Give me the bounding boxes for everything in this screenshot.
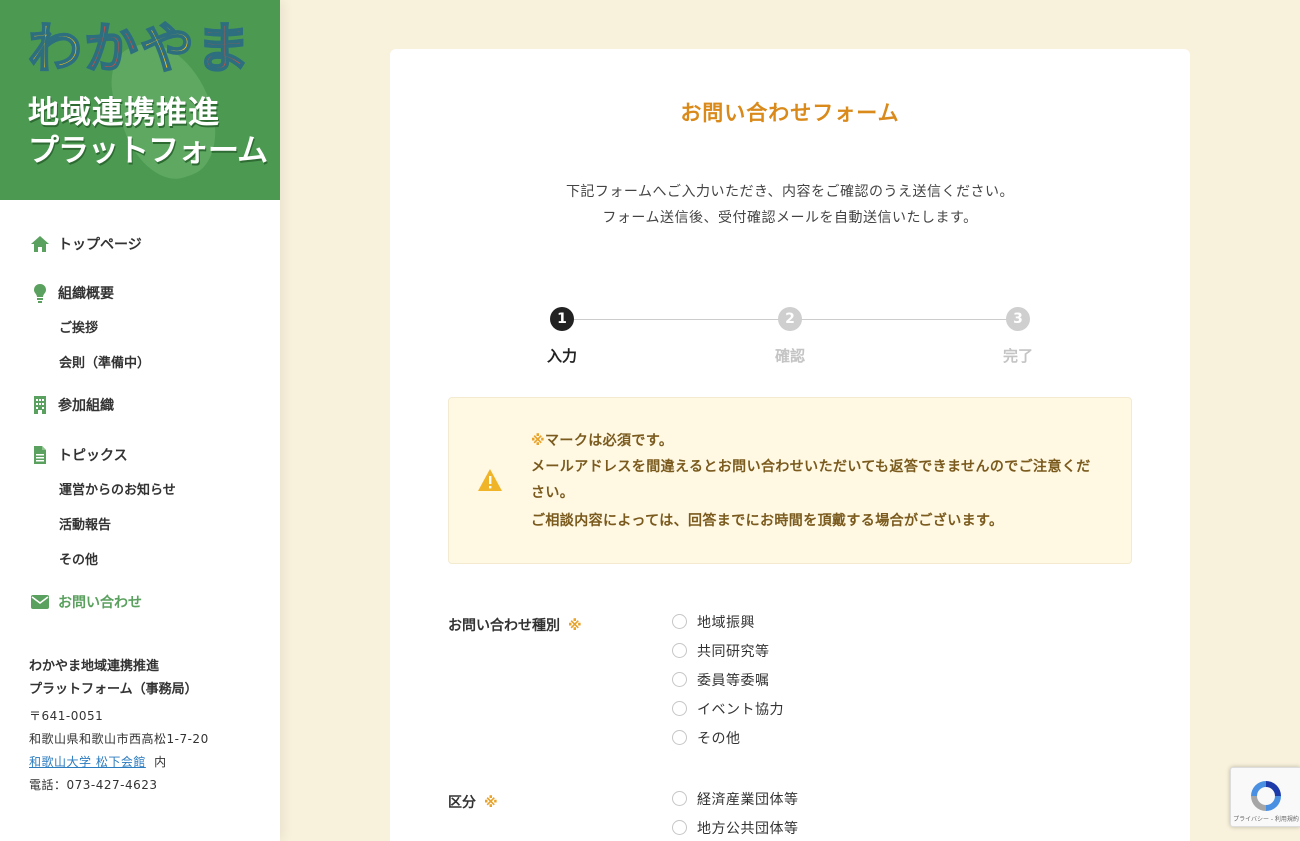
step-label: 完了 bbox=[1002, 347, 1033, 365]
radio-button[interactable] bbox=[672, 820, 687, 835]
radio-option[interactable]: 委員等委嘱 bbox=[672, 665, 784, 694]
envelope-icon bbox=[30, 592, 50, 612]
inquiry-type-options: 地域振興 共同研究等 委員等委嘱 イベント協力 その他 bbox=[672, 607, 784, 752]
sidebar-subitem-greeting[interactable]: ご挨拶 bbox=[30, 309, 260, 344]
radio-option[interactable]: 共同研究等 bbox=[672, 636, 784, 665]
sidebar-subitem-reports[interactable]: 活動報告 bbox=[30, 506, 260, 541]
step-confirm: 2 確認 bbox=[746, 307, 834, 366]
radio-button[interactable] bbox=[672, 791, 687, 806]
sidebar-subitem-news[interactable]: 運営からのお知らせ bbox=[30, 471, 260, 506]
radio-button[interactable] bbox=[672, 701, 687, 716]
office-name-line1: わかやま地域連携推進 bbox=[29, 659, 160, 674]
step-label: 入力 bbox=[546, 347, 577, 365]
contact-form-card: お問い合わせフォーム 下記フォームへご入力いただき、内容をご確認のうえ送信くださ… bbox=[390, 49, 1190, 841]
sidebar-nav: トップページ 組織概要 ご挨拶 会則（準備中） 参加組織 トピックス 運営からの… bbox=[30, 232, 260, 614]
step-number: 1 bbox=[550, 307, 574, 331]
step-number: 3 bbox=[1006, 307, 1030, 331]
required-mark: ※ bbox=[531, 433, 546, 449]
step-label: 確認 bbox=[774, 347, 805, 365]
radio-option[interactable]: 地方公共団体等 bbox=[672, 813, 799, 841]
notice-box: ※マークは必須です。 メールアドレスを間違えるとお問い合わせいただいても返答でき… bbox=[448, 397, 1132, 564]
office-address: 和歌山県和歌山市西高松1-7-20 bbox=[29, 732, 209, 746]
category-options: 経済産業団体等 地方公共団体等 bbox=[672, 784, 799, 841]
form-intro-line2: フォーム送信後、受付確認メールを自動送信いたします。 bbox=[602, 210, 978, 226]
sidebar-item-label: トピックス bbox=[58, 448, 128, 464]
office-location-suffix: 内 bbox=[154, 755, 167, 769]
page-title: お問い合わせフォーム bbox=[680, 101, 900, 125]
field-label-inquiry-type: お問い合わせ種別 ※ bbox=[448, 615, 582, 635]
radio-label: 経済産業団体等 bbox=[697, 791, 799, 808]
sidebar-item-top[interactable]: トップページ bbox=[30, 232, 260, 256]
office-postal: 〒641-0051 bbox=[29, 709, 104, 723]
step-number: 2 bbox=[778, 307, 802, 331]
sidebar-item-members[interactable]: 参加組織 bbox=[30, 393, 260, 417]
building-icon bbox=[30, 395, 50, 415]
field-label-text: お問い合わせ種別 bbox=[448, 618, 560, 634]
required-mark: ※ bbox=[568, 618, 582, 634]
sidebar-item-organization[interactable]: 組織概要 bbox=[30, 281, 260, 305]
form-intro-line1: 下記フォームへご入力いただき、内容をご確認のうえ送信ください。 bbox=[565, 184, 1015, 200]
notice-line1-text: マークは必須です。 bbox=[545, 433, 674, 449]
radio-option[interactable]: イベント協力 bbox=[672, 694, 784, 723]
radio-button[interactable] bbox=[672, 643, 687, 658]
form-intro: 下記フォームへご入力いただき、内容をご確認のうえ送信ください。 フォーム送信後、… bbox=[390, 179, 1190, 231]
sidebar-item-label: トップページ bbox=[58, 237, 142, 253]
office-location-link[interactable]: 和歌山大学 松下会館 bbox=[29, 755, 146, 769]
step-complete: 3 完了 bbox=[974, 307, 1062, 366]
sidebar-item-label: 組織概要 bbox=[58, 286, 114, 302]
notice-line3: ご相談内容によっては、回答までにお時間を頂戴する場合がございます。 bbox=[531, 513, 1004, 529]
radio-label: イベント協力 bbox=[697, 701, 784, 718]
document-icon bbox=[30, 445, 50, 465]
sidebar-item-contact[interactable]: お問い合わせ bbox=[30, 590, 260, 614]
logo-line3: プラットフォーム bbox=[28, 133, 268, 169]
sidebar-subitem-other[interactable]: その他 bbox=[30, 541, 260, 576]
radio-label: 委員等委嘱 bbox=[697, 672, 770, 689]
radio-button[interactable] bbox=[672, 614, 687, 629]
sidebar-item-label: お問い合わせ bbox=[58, 595, 142, 611]
radio-option[interactable]: その他 bbox=[672, 723, 784, 752]
radio-label: その他 bbox=[697, 730, 741, 747]
sidebar-subitem-rules[interactable]: 会則（準備中） bbox=[30, 344, 260, 379]
field-label-category: 区分 ※ bbox=[448, 792, 498, 812]
recaptcha-links[interactable]: プライバシー - 利用規約 bbox=[1231, 814, 1300, 823]
radio-button[interactable] bbox=[672, 730, 687, 745]
radio-label: 共同研究等 bbox=[697, 643, 770, 660]
notice-text: ※マークは必須です。 メールアドレスを間違えるとお問い合わせいただいても返答でき… bbox=[531, 428, 1101, 534]
office-name-line2: プラットフォーム（事務局） bbox=[29, 682, 198, 697]
required-mark: ※ bbox=[484, 795, 498, 811]
notice-line1: ※マークは必須です。 bbox=[531, 428, 1101, 454]
home-icon bbox=[30, 234, 50, 254]
logo-line2: 地域連携推進 bbox=[28, 95, 220, 131]
office-location: 和歌山大学 松下会館 内 bbox=[29, 751, 269, 774]
radio-option[interactable]: 地域振興 bbox=[672, 607, 784, 636]
recaptcha-icon bbox=[1248, 778, 1284, 814]
sidebar: わかやま 地域連携推進 プラットフォーム トップページ 組織概要 ご挨拶 会則（… bbox=[0, 0, 280, 841]
sidebar-item-label: 参加組織 bbox=[58, 398, 114, 414]
progress-steps: 1 入力 2 確認 3 完了 bbox=[518, 307, 1070, 377]
radio-label: 地域振興 bbox=[697, 614, 755, 631]
radio-label: 地方公共団体等 bbox=[697, 820, 799, 837]
step-input: 1 入力 bbox=[518, 307, 606, 366]
lightbulb-icon bbox=[30, 283, 50, 303]
warning-icon bbox=[477, 468, 503, 492]
radio-option[interactable]: 経済産業団体等 bbox=[672, 784, 799, 813]
recaptcha-badge[interactable]: プライバシー - 利用規約 bbox=[1230, 767, 1300, 827]
site-logo[interactable]: わかやま 地域連携推進 プラットフォーム bbox=[0, 0, 280, 200]
office-info: わかやま地域連携推進 プラットフォーム（事務局） 〒641-0051 和歌山県和… bbox=[29, 655, 269, 797]
logo-line1: わかやま bbox=[27, 17, 252, 80]
office-phone: 電話：073-427-4623 bbox=[29, 778, 158, 792]
sidebar-item-topics[interactable]: トピックス bbox=[30, 443, 260, 467]
radio-button[interactable] bbox=[672, 672, 687, 687]
notice-line2: メールアドレスを間違えるとお問い合わせいただいても返答できませんのでご注意くださ… bbox=[531, 459, 1091, 501]
field-label-text: 区分 bbox=[448, 795, 476, 811]
